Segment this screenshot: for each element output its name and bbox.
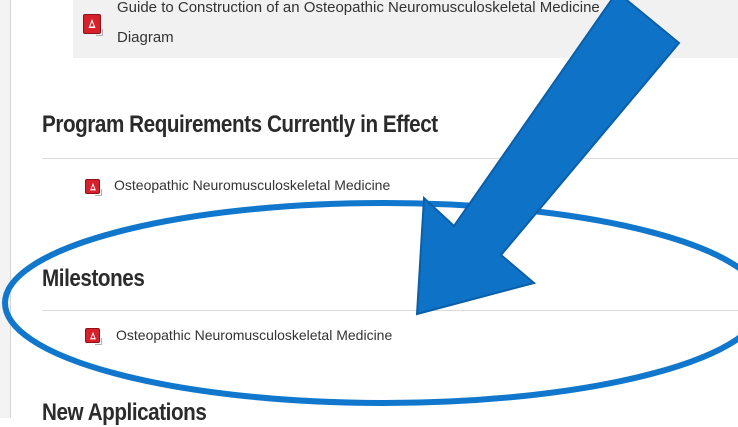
guide-document-line2[interactable]: Diagram (117, 23, 737, 53)
program-requirements-document-link[interactable]: Osteopathic Neuromusculoskeletal Medicin… (114, 177, 390, 193)
guide-document-link[interactable]: Guide to Construction of an Osteopathic … (117, 0, 737, 53)
milestones-heading: Milestones (42, 265, 145, 292)
guide-document-box: Guide to Construction of an Osteopathic … (73, 0, 738, 58)
new-applications-heading: New Applications (42, 399, 207, 426)
annotation-overlay (2, 0, 738, 406)
pdf-icon (83, 14, 103, 36)
program-requirements-heading: Program Requirements Currently in Effect (42, 111, 438, 138)
pdf-icon (85, 179, 102, 196)
highlight-ellipse (2, 200, 738, 406)
milestones-document-link[interactable]: Osteopathic Neuromusculoskeletal Medicin… (116, 327, 392, 343)
page-left-border (0, 0, 11, 418)
pdf-icon (85, 328, 102, 345)
guide-document-line1[interactable]: Guide to Construction of an Osteopathic … (117, 0, 737, 23)
